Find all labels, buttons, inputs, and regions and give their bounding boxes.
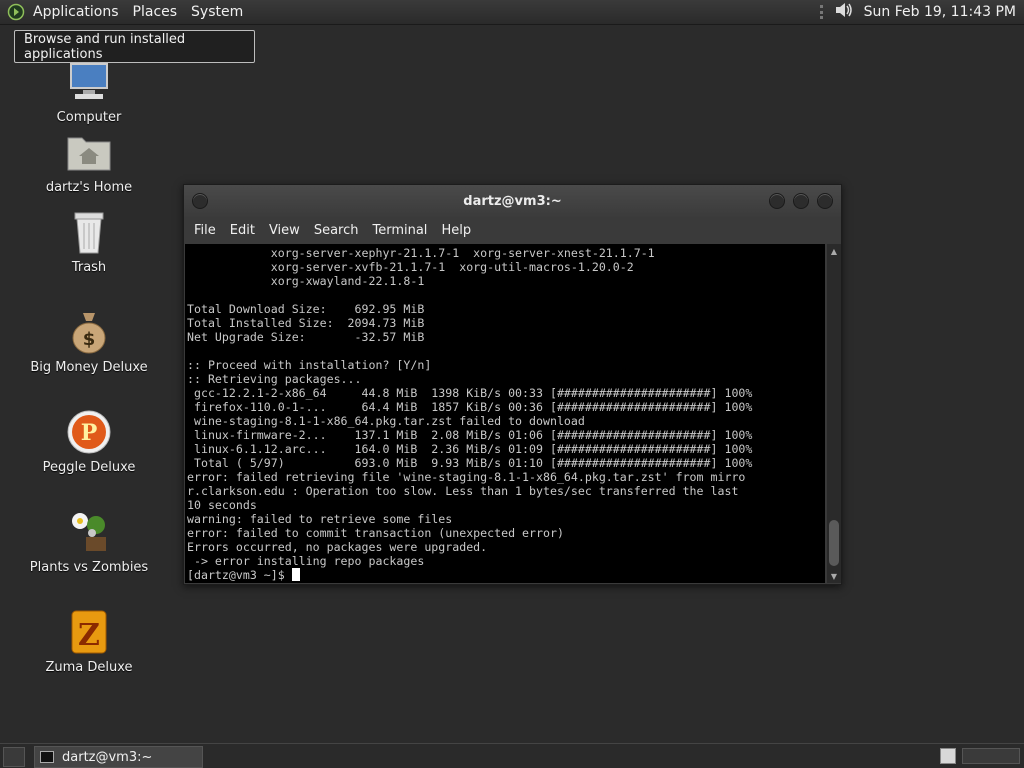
scroll-thumb[interactable] <box>829 520 839 566</box>
speaker-icon[interactable] <box>834 1 854 23</box>
terminal-prompt: [dartz@vm3 ~]$ <box>187 568 292 582</box>
terminal-window[interactable]: dartz@vm3:~ File Edit View Search Termin… <box>183 184 842 585</box>
desktop-icon-label: dartz's Home <box>45 180 133 195</box>
desktop-icon-peggle[interactable]: P Peggle Deluxe <box>19 408 159 475</box>
terminal-line: gcc-12.2.1-2-x86_64 44.8 MiB 1398 KiB/s … <box>187 386 753 400</box>
terminal-line: 10 seconds <box>187 498 257 512</box>
desktop-icon-trash[interactable]: Trash <box>19 208 159 275</box>
terminal-line: :: Retrieving packages... <box>187 372 362 386</box>
terminal-line: warning: failed to retrieve some files <box>187 512 453 526</box>
places-menu[interactable]: Places <box>126 4 185 20</box>
desktop-icon-label: Trash <box>71 260 107 275</box>
panel-grip[interactable] <box>819 5 824 19</box>
menu-view[interactable]: View <box>262 223 307 238</box>
desktop-icon-label: Plants vs Zombies <box>29 560 149 575</box>
close-button[interactable] <box>817 193 833 209</box>
desktop-icon-computer[interactable]: Computer <box>19 58 159 125</box>
minimize-button[interactable] <box>769 193 785 209</box>
terminal-line: Total Installed Size: 2094.73 MiB <box>187 316 425 330</box>
svg-text:$: $ <box>83 329 96 350</box>
show-desktop-button[interactable] <box>3 747 25 767</box>
terminal-line: Total ( 5/97) 693.0 MiB 9.93 MiB/s 01:10… <box>187 456 753 470</box>
desktop-icon-zuma[interactable]: Z Zuma Deluxe <box>19 608 159 675</box>
bottom-panel: dartz@vm3:~ <box>0 743 1024 768</box>
desktop-icon-label: Peggle Deluxe <box>42 460 136 475</box>
maximize-button[interactable] <box>793 193 809 209</box>
top-panel: Applications Places System Sun Feb 19, 1… <box>0 0 1024 25</box>
peggle-icon: P <box>65 408 113 456</box>
computer-icon <box>65 58 113 106</box>
taskbar-label: dartz@vm3:~ <box>62 749 153 765</box>
desktop-icon-label: Computer <box>56 110 122 125</box>
trash-icon <box>65 208 113 256</box>
terminal-line: error: failed to commit transaction (une… <box>187 526 564 540</box>
terminal-line: Net Upgrade Size: -32.57 MiB <box>187 330 425 344</box>
terminal-line: xorg-server-xvfb-21.1.7-1 xorg-util-macr… <box>187 260 634 274</box>
desktop-icon-big-money[interactable]: $ Big Money Deluxe <box>19 308 159 375</box>
gnome-foot-icon[interactable] <box>6 2 26 22</box>
plants-icon <box>65 508 113 556</box>
terminal-line: r.clarkson.edu : Operation too slow. Les… <box>187 484 739 498</box>
clock[interactable]: Sun Feb 19, 11:43 PM <box>864 4 1016 20</box>
terminal-line: firefox-110.0-1-... 64.4 MiB 1857 KiB/s … <box>187 400 753 414</box>
terminal-line: -> error installing repo packages <box>187 554 425 568</box>
terminal-line: error: failed retrieving file 'wine-stag… <box>187 470 746 484</box>
home-folder-icon <box>65 128 113 176</box>
scroll-up-arrow-icon[interactable]: ▲ <box>827 244 841 258</box>
terminal-line: xorg-xwayland-22.1.8-1 <box>187 274 425 288</box>
svg-text:P: P <box>81 420 98 446</box>
applications-menu[interactable]: Applications <box>26 4 126 20</box>
workspace-2[interactable] <box>962 748 1020 764</box>
money-bag-icon: $ <box>65 308 113 356</box>
terminal-scrollbar[interactable]: ▲ ▼ <box>827 244 841 583</box>
window-title: dartz@vm3:~ <box>463 193 562 209</box>
workspace-1[interactable] <box>940 748 956 764</box>
window-titlebar[interactable]: dartz@vm3:~ <box>184 185 841 217</box>
desktop-icon-label: Big Money Deluxe <box>30 360 148 375</box>
desktop-icon-plants[interactable]: Plants vs Zombies <box>19 508 159 575</box>
desktop-icon-home[interactable]: dartz's Home <box>19 128 159 195</box>
menu-help[interactable]: Help <box>434 223 478 238</box>
terminal-line: linux-6.1.12.arc... 164.0 MiB 2.36 MiB/s… <box>187 442 753 456</box>
desktop-icon-label: Zuma Deluxe <box>45 660 133 675</box>
terminal-cursor <box>291 568 300 581</box>
terminal-icon <box>40 751 54 763</box>
window-menu-button[interactable] <box>192 193 208 209</box>
terminal-menubar: File Edit View Search Terminal Help <box>184 217 841 243</box>
terminal-output[interactable]: xorg-server-xephyr-21.1.7-1 xorg-server-… <box>185 244 825 583</box>
terminal-line: linux-firmware-2... 137.1 MiB 2.08 MiB/s… <box>187 428 753 442</box>
terminal-line: Total Download Size: 692.95 MiB <box>187 302 425 316</box>
terminal-line: Errors occurred, no packages were upgrad… <box>187 540 488 554</box>
zuma-icon: Z <box>65 608 113 656</box>
taskbar-terminal-button[interactable]: dartz@vm3:~ <box>34 746 203 768</box>
menu-file[interactable]: File <box>187 223 223 238</box>
svg-text:Z: Z <box>78 618 100 653</box>
menu-terminal[interactable]: Terminal <box>365 223 434 238</box>
menu-edit[interactable]: Edit <box>223 223 262 238</box>
system-menu[interactable]: System <box>184 4 250 20</box>
terminal-line: xorg-server-xephyr-21.1.7-1 xorg-server-… <box>187 246 655 260</box>
terminal-line: :: Proceed with installation? [Y/n] <box>187 358 432 372</box>
scroll-down-arrow-icon[interactable]: ▼ <box>827 569 841 583</box>
terminal-line: wine-staging-8.1-1-x86_64.pkg.tar.zst fa… <box>187 414 585 428</box>
menu-search[interactable]: Search <box>307 223 366 238</box>
